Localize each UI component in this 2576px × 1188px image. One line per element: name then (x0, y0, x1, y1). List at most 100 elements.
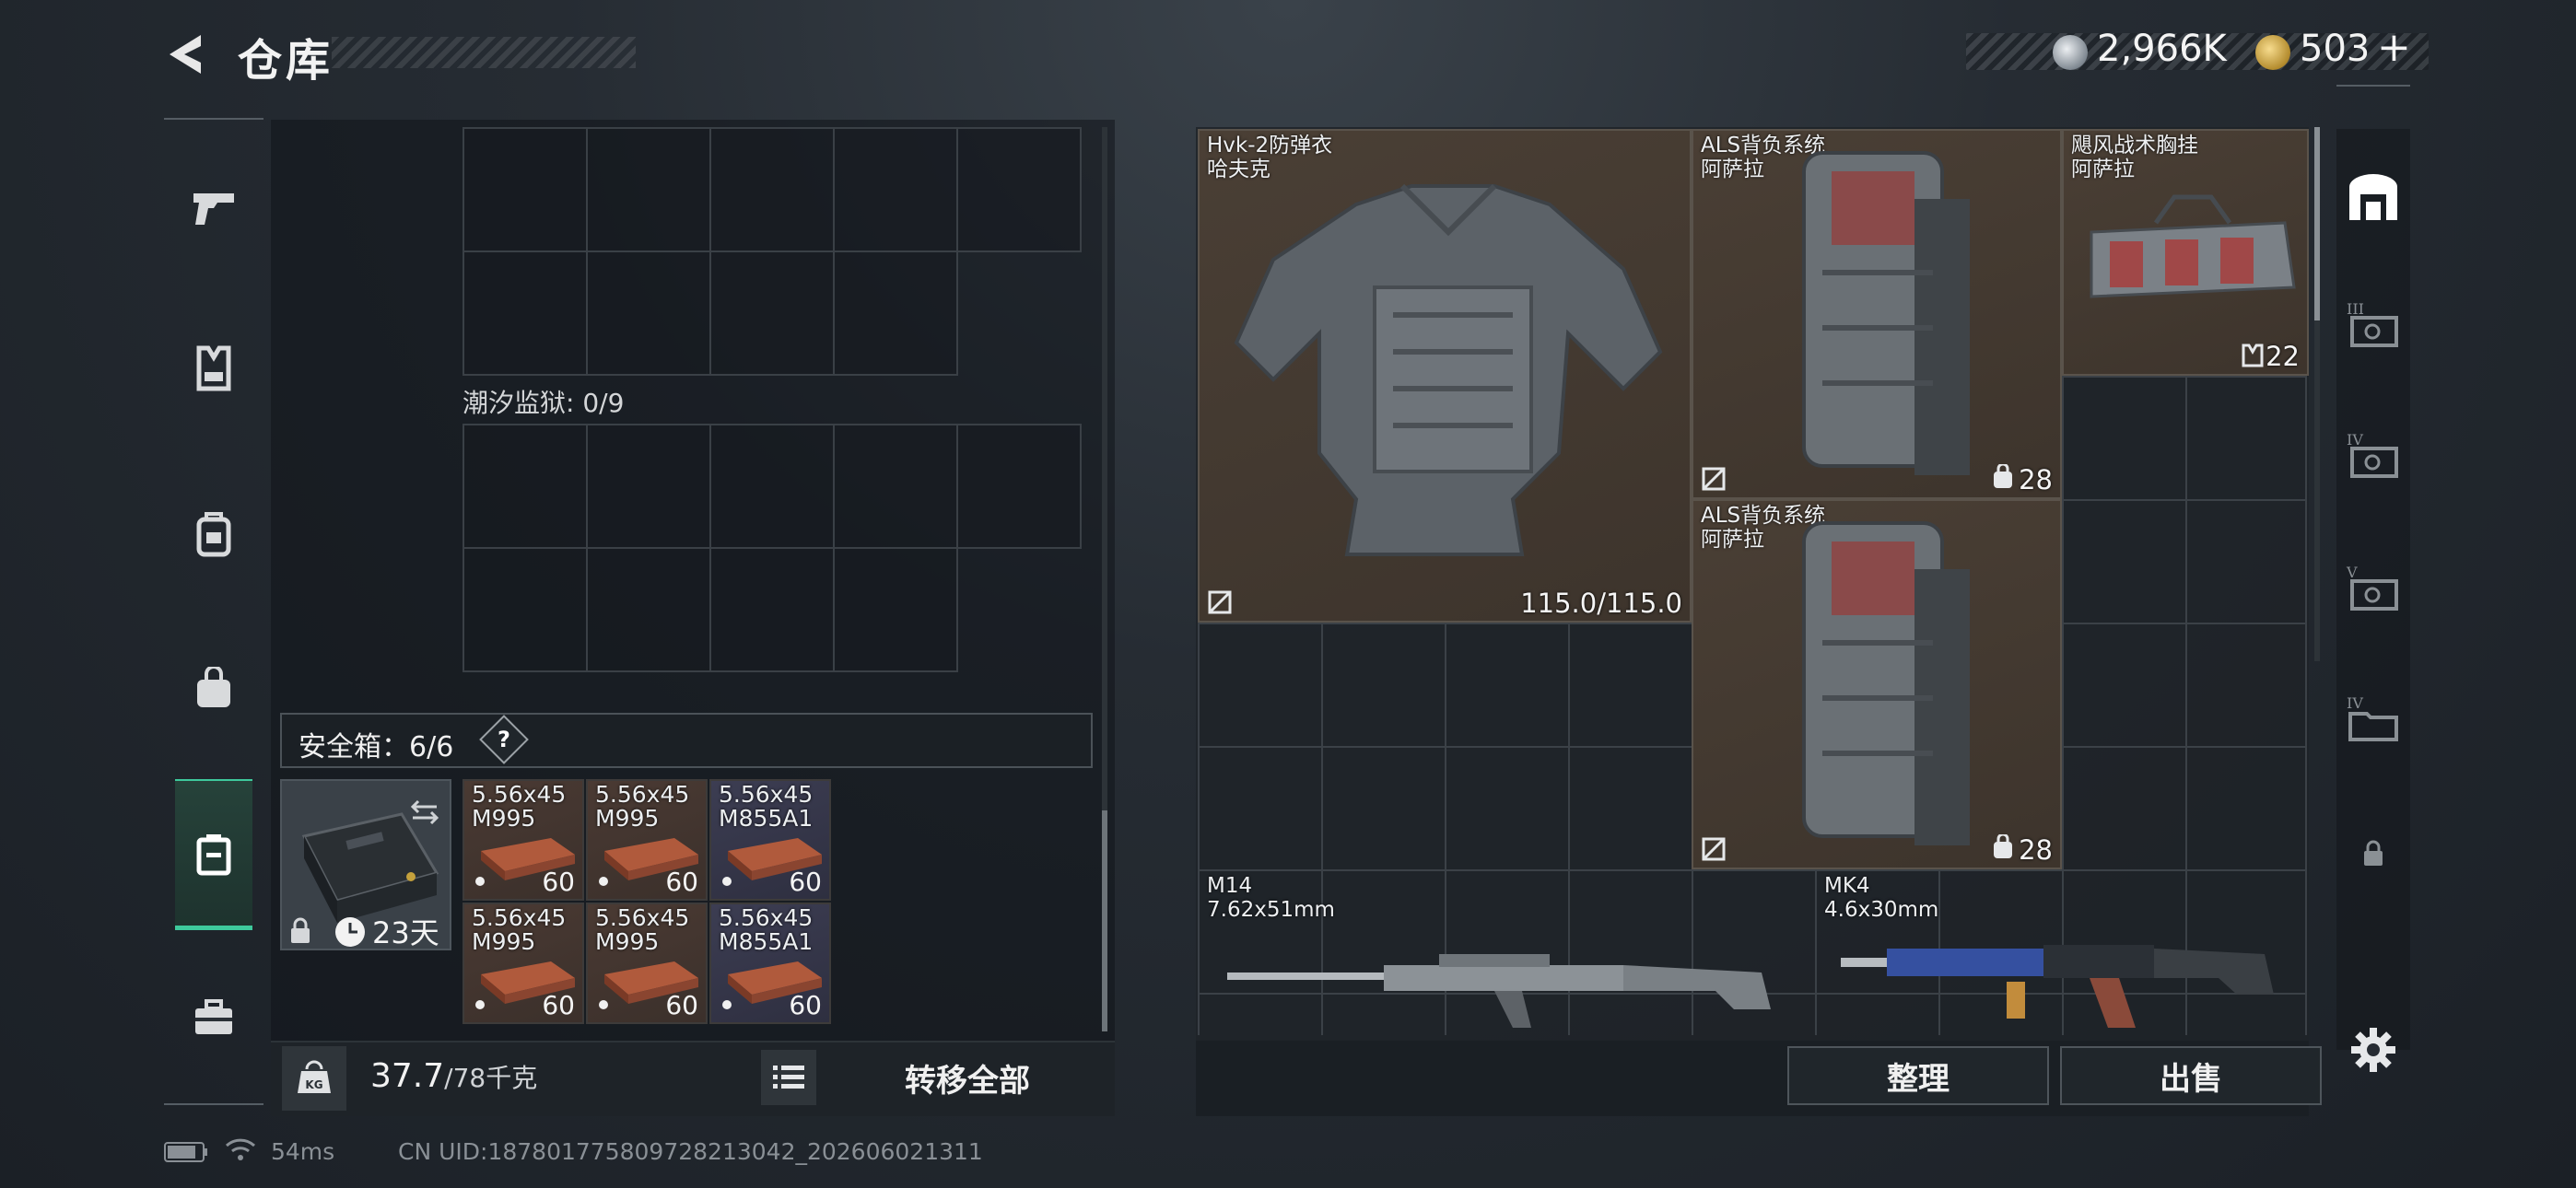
ammo-type: M855A1 (719, 805, 814, 832)
wifi-icon (225, 1138, 256, 1160)
stash-item-chest-rig[interactable]: 飓风战术胸挂 阿萨拉 22 (2062, 129, 2309, 376)
tab-stash-folder[interactable]: IV (2336, 667, 2410, 768)
ammo-rarity-dot (599, 1000, 608, 1009)
ammo-item[interactable]: 5.56x45 M995 60 (463, 779, 584, 901)
ammo-caliber: 5.56x45 (595, 781, 690, 808)
item-brand: 阿萨拉 (2071, 157, 2135, 181)
list-icon (773, 1066, 804, 1089)
stash-item-armor[interactable]: Hvk-2防弹衣 哈夫克 115.0/115.0 (1198, 129, 1692, 623)
grid-cell[interactable] (958, 425, 1082, 549)
grid-cell[interactable] (464, 549, 588, 672)
grid-cell[interactable] (835, 252, 958, 376)
backpack-capacity: 28 (2019, 834, 2053, 866)
ammo-item[interactable]: 5.56x45 M995 60 (586, 779, 708, 901)
backpack-image (1802, 151, 1970, 475)
sidebar-item-briefcase[interactable] (175, 980, 252, 1057)
title-decoration (332, 37, 636, 68)
transfer-all-button[interactable]: 转移全部 (829, 1044, 1106, 1111)
ammo-rarity-dot (475, 1000, 485, 1009)
no-repair-icon (1702, 467, 1726, 491)
ammo-rarity-dot (722, 877, 732, 886)
stash-item-rifle-mk4[interactable]: MK4 4.6x30mm (1815, 869, 2309, 1035)
ammo-item[interactable]: 5.56x45 M995 60 (463, 903, 584, 1024)
grid-cell[interactable] (711, 129, 835, 252)
svg-text:IV: IV (2347, 431, 2363, 448)
grid-cell[interactable] (588, 252, 711, 376)
settings-button[interactable] (2346, 1022, 2401, 1077)
storage-tier4-icon: IV (2347, 431, 2398, 478)
ammo-item[interactable]: 5.56x45 M995 60 (586, 903, 708, 1024)
item-brand: 阿萨拉 (1701, 157, 1764, 181)
tab-stash-tier4[interactable]: IV (2336, 403, 2410, 505)
ammo-item[interactable]: 5.56x45 M855A1 60 (709, 903, 831, 1024)
container-grid-top[interactable] (463, 127, 1082, 376)
back-arrow-icon[interactable] (164, 31, 208, 77)
item-caliber: 7.62x51mm (1207, 898, 1335, 922)
help-icon: ? (498, 727, 510, 752)
body-armor-image (1234, 183, 1663, 556)
ammo-rarity-dot (722, 1000, 732, 1009)
backpack-icon (196, 512, 231, 557)
battery-icon (164, 1142, 207, 1162)
sell-button[interactable]: 出售 (2060, 1046, 2322, 1105)
safe-case-icon (196, 834, 231, 876)
silver-coin-icon (2053, 35, 2088, 70)
sidebar-item-backpack[interactable] (175, 495, 252, 573)
grid-cell[interactable] (835, 425, 958, 549)
ammo-quantity: 60 (789, 990, 822, 1020)
ammo-quantity: 60 (542, 867, 575, 897)
bag-icon (197, 667, 230, 707)
tab-stash-tier5[interactable]: V (2336, 536, 2410, 637)
grid-empty (958, 252, 1082, 376)
stash-item-rifle-m14[interactable]: M14 7.62x51mm (1198, 869, 1815, 1035)
ammo-caliber: 5.56x45 (595, 904, 690, 931)
tab-stash-tier3[interactable]: III (2336, 273, 2410, 374)
grid-cell[interactable] (464, 425, 588, 549)
item-brand: 阿萨拉 (1701, 528, 1764, 552)
grid-cell[interactable] (835, 549, 958, 672)
add-gold-button[interactable]: + (2377, 24, 2411, 71)
grid-cell[interactable] (958, 129, 1082, 252)
grid-cell[interactable] (464, 252, 588, 376)
chest-rig-image (2090, 194, 2296, 298)
grid-cell[interactable] (711, 425, 835, 549)
sidebar-divider (164, 118, 263, 120)
sidebar-item-armor[interactable] (175, 330, 252, 407)
sidebar-item-safebox[interactable] (175, 816, 252, 893)
tab-stash-locked[interactable] (2336, 803, 2410, 904)
ammo-caliber: 5.56x45 (472, 904, 567, 931)
sidebar-item-bag[interactable] (175, 650, 252, 728)
page-title: 仓库 (238, 35, 334, 87)
grid-cell[interactable] (588, 425, 711, 549)
tab-stash-main[interactable] (2336, 146, 2410, 247)
grid-cell[interactable] (711, 549, 835, 672)
prison-container-label: 潮汐监狱: 0/9 (463, 388, 625, 418)
case-expiry-timer: 23天 (372, 915, 439, 950)
left-scrollbar-thumb[interactable] (1102, 810, 1107, 1031)
ammo-quantity: 60 (789, 867, 822, 897)
armor-durability: 115.0/115.0 (1520, 588, 1682, 619)
grid-cell[interactable] (835, 129, 958, 252)
sidebar-item-weapons[interactable] (175, 169, 252, 247)
ammo-caliber: 5.56x45 (472, 781, 567, 808)
stash-scrollbar-thumb[interactable] (2314, 127, 2320, 320)
vest-icon (2242, 344, 2264, 367)
ammo-item[interactable]: 5.56x45 M855A1 60 (709, 779, 831, 901)
chest-rig-capacity: 22 (2266, 341, 2300, 372)
grid-cell[interactable] (588, 549, 711, 672)
weight-max: /78千克 (444, 1063, 538, 1093)
grid-cell[interactable] (711, 252, 835, 376)
stash-item-backpack[interactable]: ALS背负系统 阿萨拉 28 (1692, 129, 2062, 499)
grid-cell[interactable] (588, 129, 711, 252)
no-repair-icon (1702, 837, 1726, 861)
list-view-button[interactable] (761, 1050, 816, 1105)
item-caliber: 4.6x30mm (1824, 898, 1939, 922)
prison-grid[interactable] (463, 424, 1082, 672)
sort-button[interactable]: 整理 (1787, 1046, 2049, 1105)
svg-text:IV: IV (2347, 694, 2363, 712)
lock-icon (2364, 840, 2383, 866)
grid-cell[interactable] (464, 129, 588, 252)
stash-item-backpack[interactable]: ALS背负系统 阿萨拉 28 (1692, 499, 2062, 869)
tabs-divider (2336, 85, 2410, 87)
svg-text:V: V (2346, 564, 2358, 581)
